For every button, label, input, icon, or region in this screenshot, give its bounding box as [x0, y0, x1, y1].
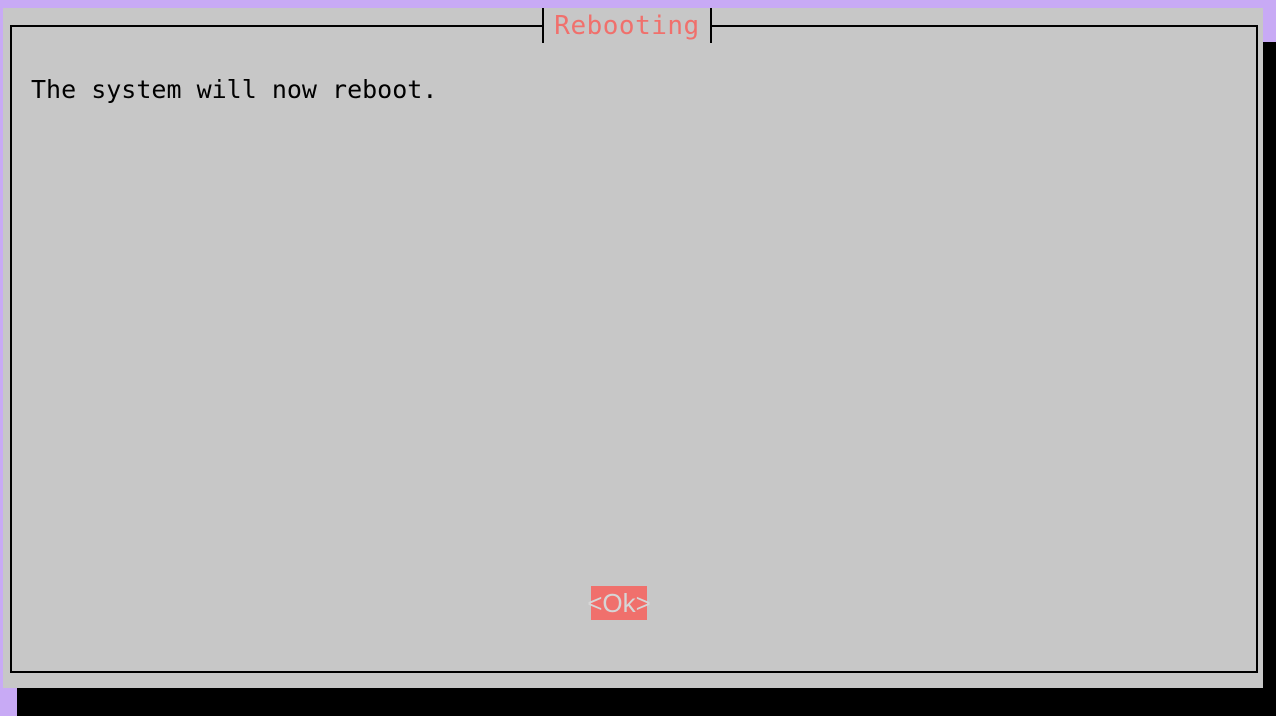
dialog-frame — [10, 25, 1258, 673]
dialog-title-box: Rebooting — [542, 8, 712, 43]
reboot-dialog: Rebooting The system will now reboot. <O… — [3, 8, 1263, 688]
dialog-message: The system will now reboot. — [31, 75, 438, 104]
ok-button[interactable]: <Ok> — [587, 586, 651, 620]
dialog-title: Rebooting — [554, 10, 700, 41]
